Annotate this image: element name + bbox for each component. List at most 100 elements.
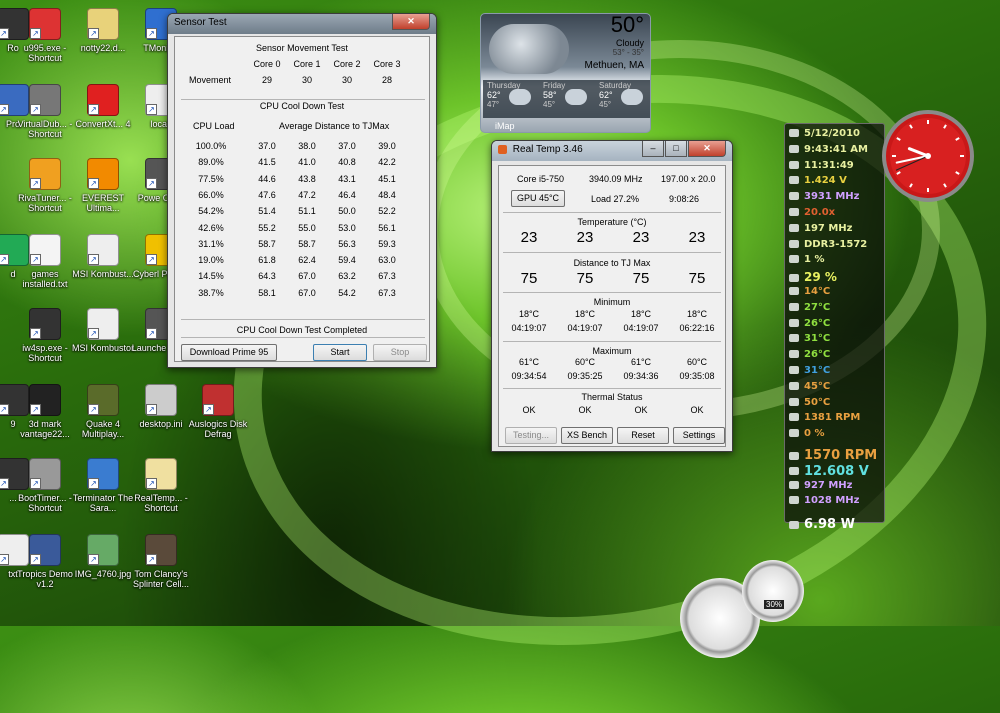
desktop-icon-quake4[interactable]: ↗ Quake 4 Multiplay... xyxy=(70,384,136,439)
shortcut-arrow-icon: ↗ xyxy=(146,254,157,265)
reset-button[interactable]: Reset xyxy=(617,427,669,444)
distance-value: 58.7 xyxy=(258,238,276,249)
start-button[interactable]: Start xyxy=(313,344,367,361)
shortcut-arrow-icon: ↗ xyxy=(146,404,157,415)
desktop-icon-left_9[interactable]: ↗ 9 xyxy=(0,384,46,429)
cpu-percent: 30% xyxy=(764,600,785,609)
realtemp-window[interactable]: Real Temp 3.46 – □ ✕ Core i5-750 3940.09… xyxy=(491,140,733,452)
desktop-icon-tomclancy[interactable]: ↗ Tom Clancy's Splinter Cell... xyxy=(128,534,194,589)
clock-gadget[interactable] xyxy=(880,108,976,204)
forecast-day: Friday 58° 45° xyxy=(543,81,595,117)
max-time: 09:34:36 xyxy=(623,371,659,381)
sysinfo-row: 31°C xyxy=(789,333,830,344)
shortcut-arrow-icon: ↗ xyxy=(0,478,9,489)
cpu-load: Load 27.2% xyxy=(591,194,640,204)
sensor-icon xyxy=(789,302,799,311)
desktop-icon-label: IMG_4760.jpg xyxy=(74,569,132,579)
distance-value: 43.8 xyxy=(298,173,316,184)
distance-value: 62.4 xyxy=(298,255,316,266)
stop-button[interactable]: Stop xyxy=(373,344,427,361)
sysinfo-row: 1570 RPM xyxy=(789,448,877,463)
movement-header: Sensor Movement Test xyxy=(256,43,348,53)
core-header: Core 0 xyxy=(253,59,281,69)
divider xyxy=(503,341,721,342)
everest-icon: ↗ xyxy=(87,158,119,190)
desktop-icon-msikombust[interactable]: ↗ MSI Kombust... xyxy=(70,234,136,279)
flame-icon xyxy=(498,144,507,154)
desktop-icon-iw4sp[interactable]: ↗ iw4sp.exe - Shortcut xyxy=(12,308,78,363)
cpu-meter-gadget[interactable]: 30% xyxy=(680,560,810,658)
games-icon: ↗ xyxy=(29,234,61,266)
minimize-button[interactable]: – xyxy=(642,141,664,157)
distance-value: 64.3 xyxy=(258,271,276,282)
desktop-icon-games[interactable]: ↗ games installed.txt xyxy=(12,234,78,289)
desktop-icon-auslogics[interactable]: ↗ Auslogics Disk Defrag xyxy=(185,384,251,439)
system-info-gadget[interactable]: 5/12/2010 9:43:41 AM 11:31:49 1.424 V 3931 M… xyxy=(784,123,885,532)
sensor-icon xyxy=(789,192,799,201)
movement-value: 30 xyxy=(301,75,312,85)
core-distance: 75 xyxy=(688,270,706,287)
gpu-button[interactable]: GPU 45°C xyxy=(511,190,565,207)
sysinfo-row: 1.424 V xyxy=(789,175,847,186)
desktop-icon-tropics[interactable]: ↗ Tropics Demo v1.2 xyxy=(12,534,78,589)
desktop-icon-rivatuner[interactable]: ↗ RivaTuner... - Shortcut xyxy=(12,158,78,213)
realtemp-titlebar[interactable]: Real Temp 3.46 – □ ✕ xyxy=(492,141,732,161)
distance-value: 53.0 xyxy=(338,222,356,233)
thermal-status: OK xyxy=(634,405,648,415)
terminator-icon: ↗ xyxy=(87,458,119,490)
maximum-header: Maximum xyxy=(592,346,632,356)
max-time: 09:35:08 xyxy=(679,371,715,381)
desktop-icon-msikombustor[interactable]: ↗ MSI Kombustor xyxy=(70,308,136,353)
sensor-icon xyxy=(789,144,799,153)
divider xyxy=(503,252,721,253)
close-button[interactable]: ✕ xyxy=(688,141,726,157)
desktop-icon-label: notty22.d... xyxy=(80,43,126,53)
sensor-icon xyxy=(789,451,799,460)
sysinfo-value: DDR3-1572 xyxy=(804,238,868,250)
left_9-icon: ↗ xyxy=(0,384,29,416)
distance-value: 48.4 xyxy=(378,189,396,200)
convertxt-icon: ↗ xyxy=(87,84,119,116)
cloud-icon xyxy=(489,24,569,74)
close-button[interactable]: ✕ xyxy=(392,14,430,30)
sensor-test-titlebar[interactable]: Sensor Test ✕ xyxy=(168,14,436,34)
sensor-test-window[interactable]: Sensor Test ✕ Sensor Movement Test Core … xyxy=(167,13,437,368)
desktop-icon-everest[interactable]: ↗ EVEREST Ultima... xyxy=(70,158,136,213)
core-temperature: 23 xyxy=(688,229,706,246)
shortcut-arrow-icon: ↗ xyxy=(203,404,214,415)
sysinfo-row: 5/12/2010 xyxy=(789,128,860,139)
max-temp: 61°C xyxy=(630,357,652,367)
desktop-icon-virtualdub[interactable]: ↗ VirtualDub... - Shortcut xyxy=(12,84,78,139)
desktop-icon-convertxt[interactable]: ↗ ConvertXt... 4 xyxy=(70,84,136,129)
shortcut-arrow-icon: ↗ xyxy=(146,478,157,489)
desktop-icon-label: VirtualDub... - Shortcut xyxy=(17,119,73,139)
desktop-icon-terminator[interactable]: ↗ Terminator The Sara... xyxy=(70,458,136,513)
desktop-icon-realtemp[interactable]: ↗ RealTemp... - Shortcut xyxy=(128,458,194,513)
desktop-icon-label: RivaTuner... - Shortcut xyxy=(18,193,72,213)
testing-button[interactable]: Testing... xyxy=(505,427,557,444)
weather-gadget[interactable]: 50° Cloudy 53° - 35° Methuen, MA Thursda… xyxy=(480,13,651,133)
xs-bench-button[interactable]: XS Bench xyxy=(561,427,613,444)
shortcut-arrow-icon: ↗ xyxy=(88,104,99,115)
distance-value: 63.0 xyxy=(378,255,396,266)
clock-time: 9:08:26 xyxy=(669,194,700,204)
desktop-icon-label: 9 xyxy=(10,419,16,429)
download-prime95-button[interactable]: Download Prime 95 xyxy=(181,344,277,361)
sysinfo-value: 50°C xyxy=(804,396,831,408)
desktop-icon-img4760[interactable]: ↗ IMG_4760.jpg xyxy=(70,534,136,579)
forecast-strip: Thursday 62° 47° Friday 58° 45° Saturday 62° 45° xyxy=(483,80,650,118)
realtemp-icon: ↗ xyxy=(145,458,177,490)
sysinfo-value: 1381 RPM xyxy=(804,412,861,424)
settings-button[interactable]: Settings xyxy=(673,427,725,444)
desktop-icon-left_ro[interactable]: ↗ Ro xyxy=(0,8,46,53)
sysinfo-row: 6.98 W xyxy=(789,517,855,532)
sysinfo-value: 14°C xyxy=(804,286,831,297)
cpu-mhz: 3940.09 MHz xyxy=(589,174,643,184)
desktop-icon-left_bad[interactable]: ↗... xyxy=(0,458,46,503)
core-header: Core 2 xyxy=(333,59,361,69)
divider xyxy=(181,337,425,338)
maximize-button[interactable]: □ xyxy=(665,141,687,157)
distance-value: 47.6 xyxy=(258,189,276,200)
desktop-icon-notty[interactable]: ↗ notty22.d... xyxy=(70,8,136,53)
cpu-load-value: 66.0% xyxy=(198,189,224,200)
